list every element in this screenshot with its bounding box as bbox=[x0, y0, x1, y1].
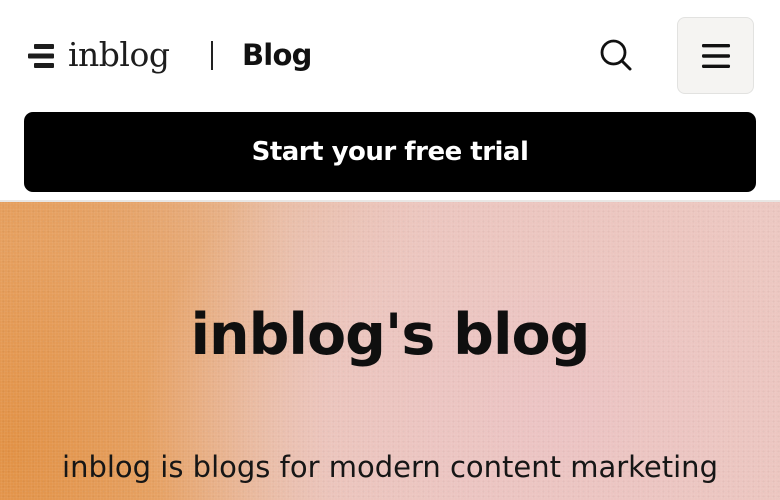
hamburger-menu-icon bbox=[701, 43, 730, 68]
start-free-trial-label: Start your free trial bbox=[251, 137, 529, 167]
section-title[interactable]: Blog bbox=[242, 37, 312, 73]
search-button[interactable] bbox=[592, 31, 640, 79]
menu-button[interactable] bbox=[677, 17, 754, 94]
logo-text: inblog bbox=[68, 34, 170, 74]
header-divider bbox=[211, 41, 213, 70]
search-icon bbox=[600, 39, 632, 71]
start-free-trial-button[interactable]: Start your free trial bbox=[24, 112, 756, 192]
hero-subtitle: inblog is blogs for modern content marke… bbox=[62, 450, 718, 484]
site-header: inblog Blog bbox=[0, 0, 780, 112]
hero-title: inblog's blog bbox=[190, 302, 591, 368]
inblog-logo-icon bbox=[28, 44, 54, 68]
hero-banner: inblog's blog inblog is blogs for modern… bbox=[0, 200, 780, 500]
site-logo[interactable]: inblog bbox=[28, 34, 170, 76]
